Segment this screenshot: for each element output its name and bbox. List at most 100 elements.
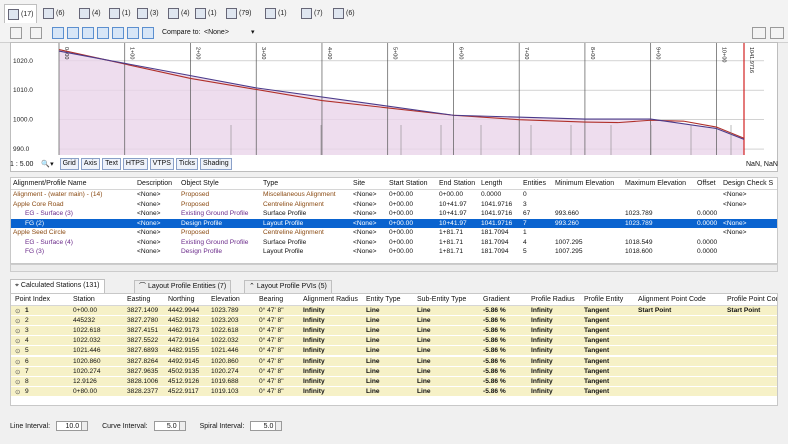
column-header[interactable]: Point Index [15, 296, 50, 303]
compare-dropdown[interactable]: <None> [204, 29, 229, 36]
tab-section[interactable]: (1) [262, 5, 290, 21]
column-header[interactable]: Start Station [389, 180, 428, 187]
profile-chart[interactable]: 1020.0 1010.0 1000.0 990.0 0+00 1+00 2+00 3+00 4… [10, 42, 778, 172]
view-mode-7-button[interactable] [142, 27, 154, 39]
zoom-icon[interactable]: 🔍▾ [41, 160, 53, 168]
grid-toggle-button[interactable]: Grid [59, 158, 79, 170]
table-cell: 0+00.00 [389, 238, 414, 246]
table-row[interactable]: ⊙ 2 445232 3827.2780 4452.9182 1023.203 0° 47'… [11, 316, 777, 326]
tab-corridor[interactable]: (1) [106, 5, 134, 21]
column-header[interactable]: Maximum Elevation [625, 180, 686, 187]
column-header[interactable]: Gradient [483, 296, 510, 303]
profile-icon [43, 7, 54, 19]
tab-calculated-stations[interactable]: ⌖ Calculated Stations (131) [10, 279, 105, 293]
table-row[interactable]: ⊙ 6 1020.860 3827.8264 4492.9145 1020.860 0° 4… [11, 356, 777, 366]
column-header[interactable]: Design Check S [723, 180, 773, 187]
axis-toggle-button[interactable]: Axis [80, 158, 101, 170]
tab-alignment[interactable]: (17) [4, 4, 38, 23]
curve-interval-stepper[interactable] [179, 421, 186, 431]
view-mode-1-button[interactable] [52, 27, 64, 39]
tab-profile[interactable]: (6) [40, 5, 68, 21]
table-row[interactable]: FG (2) <None> Design Profile Layout Profile… [11, 218, 777, 228]
column-header[interactable]: End Station [439, 180, 475, 187]
tab-point[interactable]: (1) [192, 5, 220, 21]
tab-layout-profile-pvis[interactable]: ⌃ Layout Profile PVIs (5) [244, 280, 332, 293]
tab-surface[interactable]: (4) [76, 5, 104, 21]
line-interval-input[interactable]: 10.0 [56, 421, 83, 431]
column-header[interactable]: Sub-Entity Type [417, 296, 466, 303]
table-row[interactable]: ⊙ 3 1022.618 3827.4151 4462.9173 1022.618 0° 4… [11, 326, 777, 336]
pick-alignment-button[interactable] [10, 27, 22, 39]
filter-button[interactable] [30, 27, 42, 39]
table-row[interactable]: Apple Seed Circle <None> Proposed Centrelin… [11, 228, 777, 237]
htps-toggle-button[interactable]: HTPS [122, 158, 148, 170]
table-row[interactable]: ⊙ 4 1022.032 3827.5522 4472.9164 1022.032 0° 4… [11, 336, 777, 346]
line-interval-stepper[interactable] [82, 421, 89, 431]
column-header[interactable]: Elevation [211, 296, 240, 303]
table-row[interactable]: ⊙ 5 1021.446 3827.6893 4482.9155 1021.446 0° 4… [11, 346, 777, 356]
column-header[interactable]: Profile Radius [531, 296, 575, 303]
tab-pipe[interactable]: (4) [165, 5, 193, 21]
column-header[interactable]: Easting [127, 296, 150, 303]
column-header[interactable]: Entities [523, 180, 546, 187]
layout-menu-icon[interactable] [770, 27, 784, 39]
tab-grading[interactable]: (79) [223, 5, 254, 21]
tab-feature-line[interactable]: (7) [298, 5, 326, 21]
table-row[interactable]: FG (3) <None> Design Profile Layout Profile… [11, 247, 777, 256]
table-row[interactable]: ⊙ 9 0+80.00 3828.2377 4522.9117 1019.103 0° 47… [11, 386, 777, 396]
table-cell: <None> [353, 248, 377, 255]
view-mode-3-button[interactable] [82, 27, 94, 39]
view-mode-5-button[interactable] [112, 27, 124, 39]
table-cell: 3828.2377 [127, 387, 159, 395]
column-header[interactable]: Northing [168, 296, 194, 303]
column-header[interactable]: Profile Point Code [727, 296, 777, 303]
settings-icon[interactable] [752, 27, 766, 39]
table-row[interactable]: ⊙ 1 0+00.00 3827.1409 4442.9944 1023.789 0° 47… [11, 306, 777, 315]
view-mode-4-button[interactable] [97, 27, 109, 39]
ticks-toggle-button[interactable]: Ticks [175, 158, 198, 170]
table-cell: <None> [723, 219, 747, 227]
column-header[interactable]: Bearing [259, 296, 283, 303]
column-header[interactable]: Site [353, 180, 365, 187]
column-header[interactable]: Profile Entity [584, 296, 623, 303]
shading-toggle-button[interactable]: Shading [199, 158, 232, 170]
chevron-down-icon[interactable]: ▾ [251, 28, 255, 36]
tab-sheet[interactable]: (6) [330, 5, 358, 21]
column-header[interactable]: Alignment Radius [303, 296, 358, 303]
view-mode-2-button[interactable] [67, 27, 79, 39]
table-row[interactable]: EG - Surface (4) <None> Existing Ground Pr… [11, 238, 777, 247]
profiles-horizontal-scrollbar[interactable] [10, 264, 778, 272]
table-cell: Proposed [181, 191, 210, 198]
tab-parcel[interactable]: (3) [134, 5, 162, 21]
table-cell: Tangent [584, 327, 610, 335]
vtps-toggle-button[interactable]: VTPS [149, 158, 174, 170]
curve-interval-input[interactable]: 5.0 [153, 421, 180, 431]
spiral-interval-input[interactable]: 5.0 [250, 421, 277, 431]
column-header[interactable]: Offset [697, 180, 716, 187]
column-header[interactable]: Description [137, 180, 172, 187]
tab-layout-profile-entities[interactable]: ⌒ Layout Profile Entities (7) [134, 280, 232, 293]
table-cell: Line [417, 387, 431, 395]
table-row[interactable]: ⊙ 8 12.9126 3828.1006 4512.9126 1019.688 0° 47… [11, 376, 777, 386]
table-cell: 0+00.00 [389, 191, 414, 198]
table-cell: 1022.032 [211, 337, 239, 345]
column-header[interactable]: Type [263, 180, 278, 187]
column-header[interactable]: Length [481, 180, 502, 187]
column-header[interactable]: Station [73, 296, 95, 303]
view-mode-6-button[interactable] [127, 27, 139, 39]
column-header[interactable]: Alignment Point Code [638, 296, 706, 303]
table-row[interactable]: ⊙ 7 1020.274 3827.9635 4502.9135 1020.274 0° 4… [11, 366, 777, 376]
spiral-interval-stepper[interactable] [276, 421, 283, 431]
table-row[interactable]: EG - Surface (3) <None> Existing Ground Pr… [11, 209, 777, 218]
column-header[interactable]: Entity Type [366, 296, 401, 303]
table-row[interactable]: Apple Core Road <None> Proposed Centreline … [11, 200, 777, 209]
compare-label: Compare to: [162, 29, 201, 36]
table-cell: Apple Core Road [13, 200, 64, 208]
station-label: 5+00 [392, 47, 398, 59]
column-header[interactable]: Object Style [181, 180, 219, 187]
table-cell: 4 [523, 238, 527, 246]
table-row[interactable]: Alignment - (water main) - (14) <None> Pro… [11, 190, 777, 199]
text-toggle-button[interactable]: Text [102, 158, 121, 170]
column-header[interactable]: Minimum Elevation [555, 180, 614, 187]
column-header[interactable]: Alignment/Profile Name [13, 180, 87, 187]
